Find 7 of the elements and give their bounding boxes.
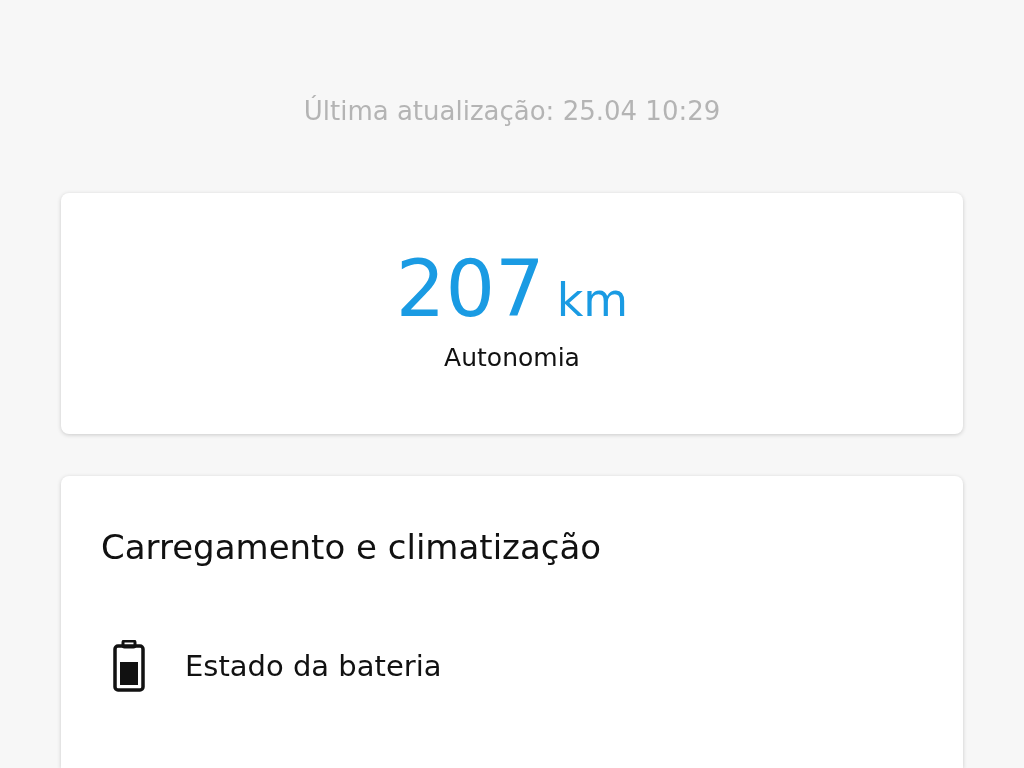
range-value: 207 [395,243,545,336]
last-update-text: Última atualização: 25.04 10:29 [303,94,721,128]
card-title: Carregamento e climatização [101,526,603,569]
range-label: Autonomia [444,343,580,372]
item-label[interactable]: Estado da bateria [185,649,442,683]
range-unit: km [556,273,629,327]
battery-icon [113,640,145,692]
